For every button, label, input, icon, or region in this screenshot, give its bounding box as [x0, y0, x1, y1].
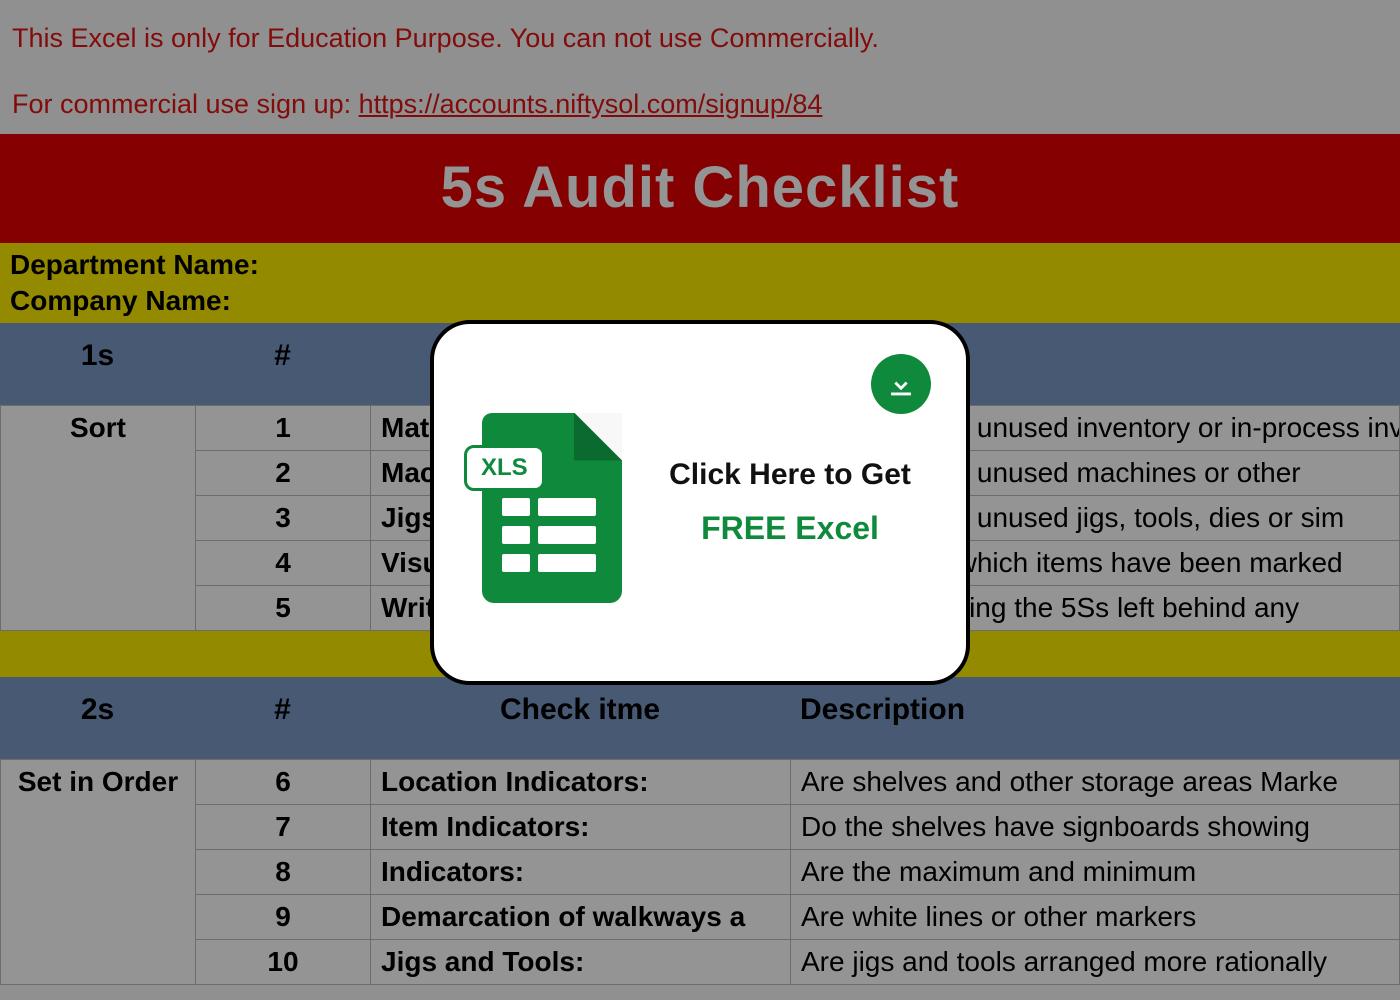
modal-text: Click Here to Get FREE Excel — [624, 458, 936, 547]
download-icon — [871, 354, 931, 414]
xls-file-icon: XLS — [464, 403, 624, 603]
xls-badge: XLS — [464, 445, 545, 491]
modal-line1: Click Here to Get — [644, 458, 936, 492]
modal-line2: FREE Excel — [644, 510, 936, 547]
download-modal[interactable]: XLS Click Here to Get FREE Excel — [430, 320, 970, 685]
